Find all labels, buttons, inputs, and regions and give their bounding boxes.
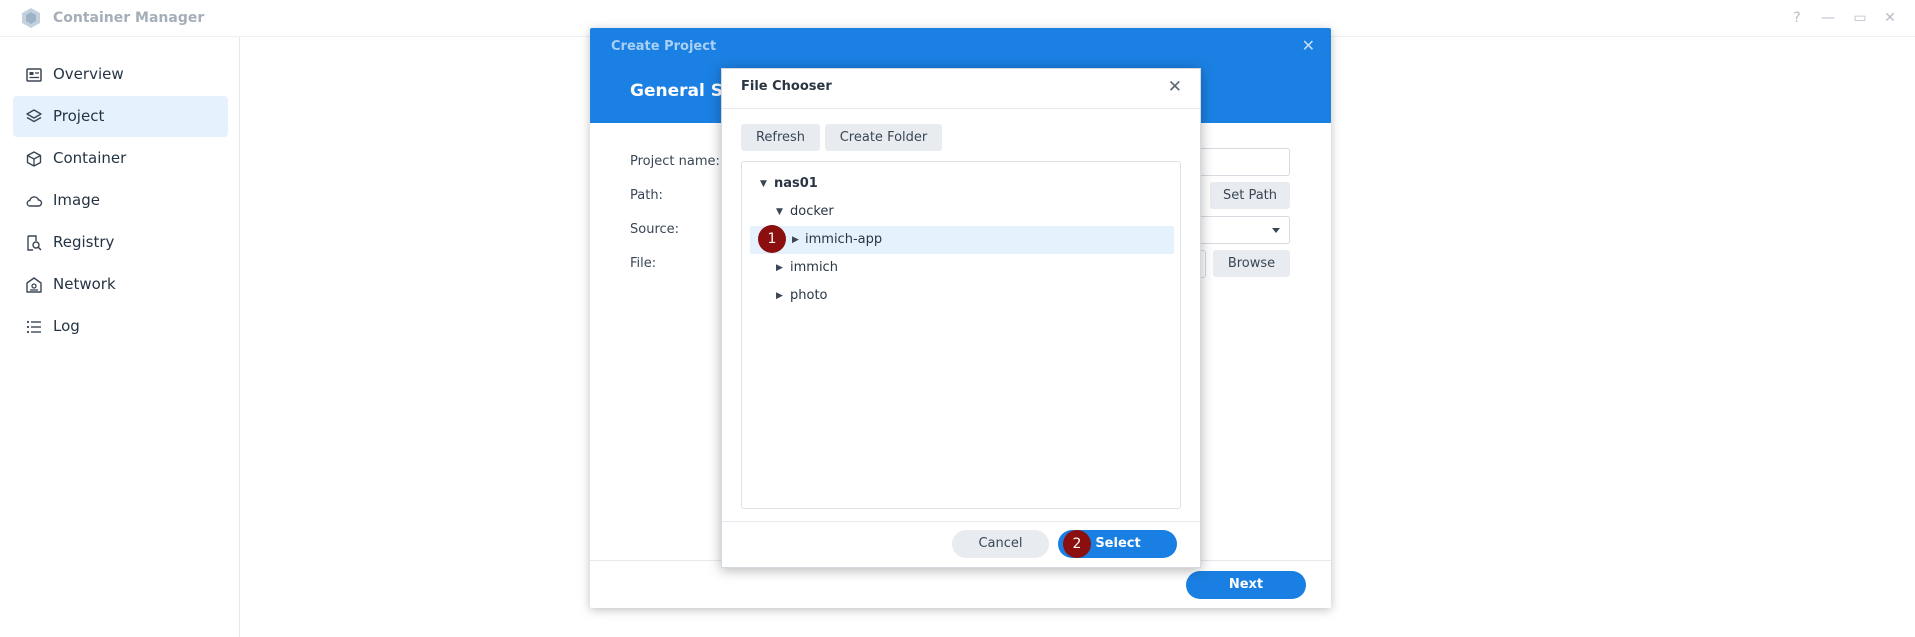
sidebar-item-label: Image — [53, 191, 100, 209]
path-label: Path: — [630, 188, 663, 203]
tree-node-label: nas01 — [774, 176, 818, 191]
sidebar-item-label: Overview — [53, 65, 124, 83]
overview-icon — [26, 68, 42, 82]
tree-node-label: docker — [790, 204, 834, 219]
maximize-icon[interactable]: ▭ — [1850, 8, 1870, 28]
dialog-subtitle: General Se — [630, 81, 735, 101]
project-name-input[interactable] — [1190, 148, 1290, 176]
next-button[interactable]: Next — [1186, 571, 1306, 599]
tree-node-docker[interactable]: ▼ docker — [752, 198, 1172, 226]
container-manager-logo-icon — [22, 8, 40, 28]
project-layers-icon — [26, 109, 42, 123]
project-name-label: Project name: — [630, 154, 720, 169]
sidebar: Overview Project Container Image Registr… — [0, 37, 240, 637]
file-label: File: — [630, 256, 657, 271]
caret-collapsed-icon[interactable]: ▶ — [776, 254, 783, 282]
close-icon[interactable]: ✕ — [1302, 36, 1315, 55]
sidebar-item-network[interactable]: Network — [13, 264, 228, 305]
close-icon[interactable]: ✕ — [1168, 77, 1182, 97]
caret-collapsed-icon[interactable]: ▶ — [776, 282, 783, 310]
sidebar-item-overview[interactable]: Overview — [13, 54, 228, 95]
minimize-icon[interactable]: — — [1818, 8, 1838, 28]
file-chooser-title: File Chooser — [741, 79, 832, 94]
tree-node-immich-app[interactable]: ▶ immich-app — [750, 226, 1174, 254]
sidebar-item-label: Network — [53, 275, 116, 293]
step-badge-1: 1 — [758, 225, 786, 253]
sidebar-item-registry[interactable]: Registry — [13, 222, 228, 263]
cloud-icon — [26, 196, 43, 207]
browse-button[interactable]: Browse — [1213, 250, 1290, 277]
sidebar-item-image[interactable]: Image — [13, 180, 228, 221]
help-icon[interactable]: ? — [1787, 8, 1807, 28]
close-window-icon[interactable]: ✕ — [1880, 8, 1900, 28]
caret-expanded-icon[interactable]: ▼ — [776, 198, 783, 226]
refresh-button[interactable]: Refresh — [741, 124, 820, 151]
create-folder-button[interactable]: Create Folder — [825, 124, 942, 151]
cancel-button[interactable]: Cancel — [952, 530, 1049, 558]
tree-node-photo[interactable]: ▶ photo — [752, 282, 1172, 310]
tree-node-immich[interactable]: ▶ immich — [752, 254, 1172, 282]
step-badge-2: 2 — [1063, 530, 1091, 558]
list-icon — [26, 320, 41, 334]
app-title: Container Manager — [53, 10, 205, 26]
dialog-title: Create Project — [611, 39, 717, 54]
registry-search-icon — [27, 235, 42, 251]
tree-node-label: photo — [790, 288, 828, 303]
file-chooser-dialog: File Chooser ✕ Refresh Create Folder ▼ n… — [721, 68, 1201, 568]
file-chooser-footer-divider — [722, 521, 1200, 522]
sidebar-item-label: Log — [53, 317, 80, 335]
sidebar-item-project[interactable]: Project — [13, 96, 228, 137]
tree-node-label: immich-app — [805, 232, 883, 247]
tree-node-nas01[interactable]: ▼ nas01 — [752, 170, 1172, 198]
set-path-button[interactable]: Set Path — [1210, 182, 1290, 209]
caret-expanded-icon[interactable]: ▼ — [760, 170, 767, 198]
source-select[interactable] — [1190, 216, 1290, 244]
source-label: Source: — [630, 222, 680, 237]
sidebar-item-label: Registry — [53, 233, 115, 251]
file-chooser-header: File Chooser ✕ — [722, 69, 1200, 109]
sidebar-item-log[interactable]: Log — [13, 306, 228, 347]
chevron-down-icon — [1272, 228, 1280, 233]
folder-tree: ▼ nas01 ▼ docker ▶ immich-app ▶ immich ▶… — [741, 161, 1181, 509]
caret-collapsed-icon[interactable]: ▶ — [792, 226, 799, 254]
sidebar-item-label: Project — [53, 107, 105, 125]
select-button-label: Select — [1095, 536, 1141, 551]
network-house-icon — [26, 277, 42, 293]
tree-node-label: immich — [790, 260, 838, 275]
sidebar-item-label: Container — [53, 149, 127, 167]
sidebar-item-container[interactable]: Container — [13, 138, 228, 179]
container-cube-icon — [26, 151, 42, 167]
